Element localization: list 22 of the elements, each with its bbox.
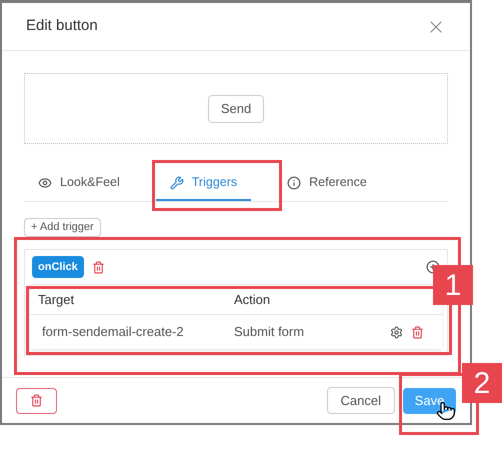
delete-button[interactable] — [16, 388, 57, 414]
event-badge[interactable]: onClick — [32, 256, 84, 278]
tab[interactable]: Reference — [273, 166, 381, 201]
delete-icon[interactable] — [411, 326, 424, 338]
add-trigger-button[interactable]: + Add trigger — [24, 218, 101, 237]
callout-number: 1 — [433, 265, 473, 305]
column-header: Action — [234, 290, 270, 309]
trash-icon — [30, 394, 43, 407]
column-header: Target — [38, 290, 76, 309]
info-icon — [287, 176, 302, 190]
wrench-icon — [170, 176, 184, 190]
delete-icon[interactable] — [92, 260, 105, 274]
settings-icon[interactable] — [390, 326, 403, 338]
eye-icon — [38, 176, 52, 190]
callout-number: 2 — [462, 363, 502, 403]
cancel-button[interactable]: Cancel — [326, 387, 395, 414]
table-cell-text: Submit form — [234, 323, 306, 342]
preview-button[interactable]: Send — [208, 94, 264, 122]
tab[interactable]: Look&Feel — [24, 166, 134, 201]
table-cell-text: form-sendemail-create-2 — [42, 323, 185, 342]
tab[interactable]: Triggers — [156, 166, 252, 201]
dialog-title: Edit button — [26, 16, 98, 36]
